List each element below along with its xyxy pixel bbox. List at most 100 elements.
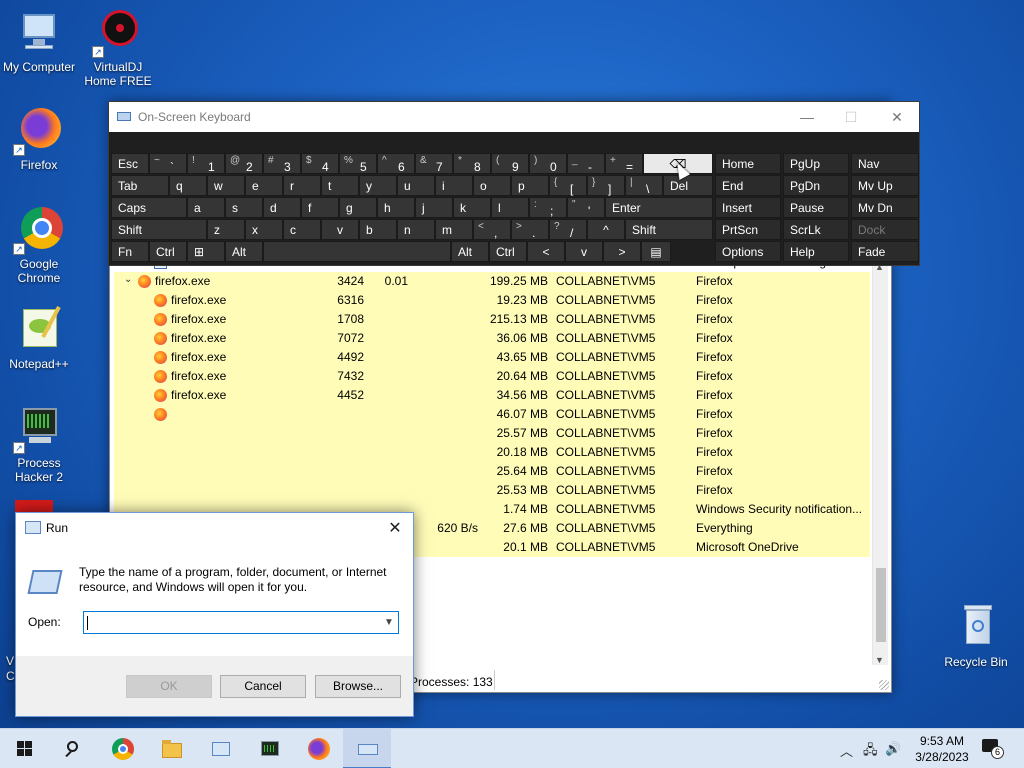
table-row[interactable]: firefox.exe 4452 34.56 MB COLLABNET\VM5 Fire…	[114, 386, 870, 405]
menu-key-icon[interactable]: ▤	[641, 241, 671, 262]
key-esc[interactable]: Esc	[111, 153, 149, 174]
key-h[interactable]: h	[377, 197, 415, 218]
key-insert[interactable]: Insert	[715, 197, 781, 218]
key-shift[interactable]: Shift	[625, 219, 713, 240]
close-icon[interactable]: ✕	[385, 518, 405, 538]
key-options[interactable]: Options	[715, 241, 781, 262]
key-n[interactable]: n	[397, 219, 435, 240]
key-][interactable]: }]	[587, 175, 625, 196]
key-u[interactable]: u	[397, 175, 435, 196]
key-c[interactable]: c	[283, 219, 321, 240]
key-r[interactable]: r	[283, 175, 321, 196]
key-=[interactable]: + =	[605, 153, 643, 174]
key-o[interactable]: o	[473, 175, 511, 196]
minimize-button[interactable]: —	[792, 106, 822, 128]
key-enter[interactable]: Enter	[605, 197, 713, 218]
key-3[interactable]: #3	[263, 153, 301, 174]
run-dialog[interactable]: Run ✕ Type the name of a program, folder…	[15, 512, 414, 717]
key-e[interactable]: e	[245, 175, 283, 196]
key-nav[interactable]: Nav	[851, 153, 919, 174]
key-m[interactable]: m	[435, 219, 473, 240]
key-w[interactable]: w	[207, 175, 245, 196]
network-icon[interactable]: 🖧	[863, 741, 878, 763]
table-row[interactable]: ⌄ firefox.exe 3424 0.01 199.25 MB COLLABNET\V…	[114, 272, 870, 291]
key-home[interactable]: Home	[715, 153, 781, 174]
key-x[interactable]: x	[245, 219, 283, 240]
run-titlebar[interactable]: Run ✕	[16, 513, 413, 542]
key--[interactable]: _ -	[567, 153, 605, 174]
windows-key-icon[interactable]: ⊞	[187, 241, 225, 262]
key-/[interactable]: ? /	[549, 219, 587, 240]
key-b[interactable]: b	[359, 219, 397, 240]
key-pgdn[interactable]: PgDn	[783, 175, 849, 196]
key-fn[interactable]: Fn	[111, 241, 149, 262]
table-row[interactable]: firefox.exe 7432 20.64 MB COLLABNET\VM5 Fire…	[114, 367, 870, 386]
taskbar-firefox[interactable]	[294, 729, 342, 768]
open-input[interactable]	[83, 611, 399, 634]
volume-icon[interactable]: 🔊	[885, 741, 901, 757]
table-row[interactable]: 25.53 MB COLLABNET\VM5 Firefox	[114, 481, 870, 500]
key-k[interactable]: k	[453, 197, 491, 218]
taskbar-chrome[interactable]	[98, 729, 146, 768]
key-.[interactable]: >.	[511, 219, 549, 240]
desktop-icon-my-computer[interactable]: My Computer	[0, 8, 78, 74]
key-end[interactable]: End	[715, 175, 781, 196]
arrow-down-icon[interactable]: v	[321, 219, 359, 240]
desktop-icon-firefox[interactable]: ↗ Firefox	[0, 106, 78, 172]
scroll-down-icon[interactable]: ▼	[875, 655, 884, 665]
key-2[interactable]: @2	[225, 153, 263, 174]
key-8[interactable]: * 8	[453, 153, 491, 174]
desktop-icon-process-hacker[interactable]: ↗ Process Hacker 2	[0, 404, 78, 484]
key-`[interactable]: ~ `	[149, 153, 187, 174]
browse-button[interactable]: Browse...	[315, 675, 401, 698]
arrow-down-icon[interactable]: v	[565, 241, 603, 262]
key-s[interactable]: s	[225, 197, 263, 218]
table-row[interactable]: firefox.exe 1708 215.13 MB COLLABNET\VM5 Fir…	[114, 310, 870, 329]
notifications-button[interactable]: 6	[982, 739, 1004, 759]
taskbar-run[interactable]	[196, 729, 244, 768]
key-0[interactable]: ) 0	[529, 153, 567, 174]
scrollbar-thumb[interactable]	[876, 568, 886, 642]
key-tab[interactable]: Tab	[111, 175, 169, 196]
osk-titlebar[interactable]: On-Screen Keyboard — ☐ ✕	[109, 102, 919, 132]
close-button[interactable]: ✕	[882, 106, 912, 128]
key-caps[interactable]: Caps	[111, 197, 187, 218]
maximize-button[interactable]: ☐	[836, 106, 866, 128]
key-[[interactable]: {[	[549, 175, 587, 196]
key-;[interactable]: :;	[529, 197, 567, 218]
key-p[interactable]: p	[511, 175, 549, 196]
key-9[interactable]: (9	[491, 153, 529, 174]
key-help[interactable]: Help	[783, 241, 849, 262]
desktop-icon-notepadpp[interactable]: Notepad++	[0, 305, 78, 371]
desktop-icon-chrome[interactable]: ↗ Google Chrome	[0, 205, 78, 285]
on-screen-keyboard-window[interactable]: On-Screen Keyboard — ☐ ✕ Esc ~ `! 1 @2 #3 $4% 5…	[108, 101, 920, 266]
key-d[interactable]: d	[263, 197, 301, 218]
resize-grip-icon[interactable]	[879, 680, 889, 690]
key-a[interactable]: a	[187, 197, 225, 218]
key-ctrl[interactable]: Ctrl	[489, 241, 527, 262]
key-i[interactable]: i	[435, 175, 473, 196]
key-6[interactable]: ^ 6	[377, 153, 415, 174]
key-fade[interactable]: Fade	[851, 241, 919, 262]
table-row[interactable]: 20.18 MB COLLABNET\VM5 Firefox	[114, 443, 870, 462]
key-pause[interactable]: Pause	[783, 197, 849, 218]
table-row[interactable]: firefox.exe 6316 19.23 MB COLLABNET\VM5 Fire…	[114, 291, 870, 310]
chevron-down-icon[interactable]: ▼	[380, 612, 398, 633]
key-y[interactable]: y	[359, 175, 397, 196]
key-1[interactable]: ! 1	[187, 153, 225, 174]
key-j[interactable]: j	[415, 197, 453, 218]
key-scrlk[interactable]: ScrLk	[783, 219, 849, 240]
key-pgup[interactable]: PgUp	[783, 153, 849, 174]
key-l[interactable]: l	[491, 197, 529, 218]
key-alt[interactable]: Alt	[451, 241, 489, 262]
taskbar-process-hacker[interactable]	[245, 729, 293, 768]
table-row[interactable]: 25.64 MB COLLABNET\VM5 Firefox	[114, 462, 870, 481]
key-ctrl[interactable]: Ctrl	[149, 241, 187, 262]
arrow-right-icon[interactable]: >	[603, 241, 641, 262]
key-'[interactable]: " '	[567, 197, 605, 218]
key-q[interactable]: q	[169, 175, 207, 196]
desktop-icon-recycle-bin[interactable]: Recycle Bin	[937, 603, 1015, 669]
key-prtscn[interactable]: PrtScn	[715, 219, 781, 240]
key-4[interactable]: $4	[301, 153, 339, 174]
table-row[interactable]: firefox.exe 7072 36.06 MB COLLABNET\VM5 Fire…	[114, 329, 870, 348]
